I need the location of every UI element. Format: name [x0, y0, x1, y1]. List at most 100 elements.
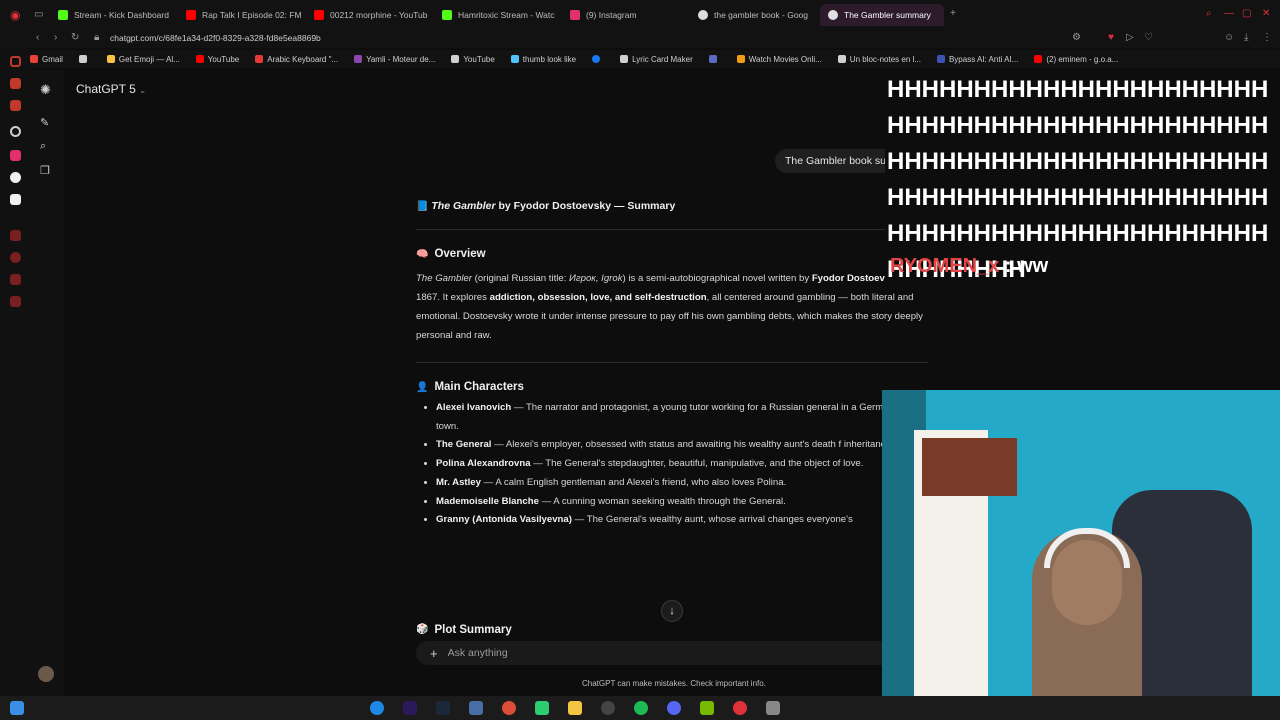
maximize-icon[interactable]: ▢ — [1242, 8, 1251, 19]
gmail-icon — [30, 55, 38, 63]
chatgpt-sidebar-icon[interactable] — [10, 126, 21, 137]
opera-icon[interactable] — [733, 701, 747, 715]
bookmark-item[interactable]: YouTube — [451, 55, 495, 64]
list-item: Alexei Ivanovich — The narrator and prot… — [436, 399, 928, 436]
app-icon[interactable] — [469, 701, 483, 715]
premiere-icon[interactable] — [403, 701, 417, 715]
new-chat-icon[interactable]: ✎ — [40, 116, 49, 129]
bookmarks-bar: Gmail Get Emoji — Al... YouTube Arabic K… — [30, 50, 1280, 68]
bookmark-item[interactable]: Watch Movies Onli... — [736, 55, 822, 64]
youtube-icon — [1034, 55, 1043, 63]
movie-icon — [736, 55, 745, 63]
tab-kick-dashboard[interactable]: Stream - Kick Dashboard — [58, 4, 178, 26]
extensions-icon[interactable]: ⚙ — [1072, 32, 1081, 43]
bookmark-item[interactable]: (2) eminem - g.o.a... — [1034, 55, 1118, 64]
bookmark-item[interactable]: YouTube — [195, 55, 239, 64]
tab-hamritoxic-stream[interactable]: Hamritoxic Stream - Watc — [442, 4, 562, 26]
reload-icon[interactable]: ↻ — [71, 32, 79, 43]
star-icon — [510, 55, 519, 63]
back-icon[interactable]: ‹ — [36, 32, 39, 43]
nvidia-icon[interactable] — [700, 701, 714, 715]
app-icon[interactable] — [535, 701, 549, 715]
opera-logo-icon[interactable]: ◉ — [10, 8, 20, 22]
bookmark-item[interactable]: Yamli - Moteur de... — [354, 55, 435, 64]
instagram-icon[interactable] — [10, 150, 21, 161]
chatgpt-sidebar: ✺ ✎ ⌕ ❐ — [30, 70, 64, 696]
bookmark-item[interactable]: Arabic Keyboard "... — [255, 55, 338, 64]
model-selector[interactable]: ChatGPT 5 ⌄ — [76, 82, 146, 96]
page-icon — [78, 55, 87, 63]
app-icon[interactable] — [766, 701, 780, 715]
characters-list: Alexei Ivanovich — The narrator and prot… — [416, 399, 928, 530]
search-icon[interactable]: ⌕ — [1206, 8, 1212, 19]
bookmark-item[interactable] — [708, 55, 721, 63]
youtube-music-icon[interactable] — [10, 100, 21, 111]
bookmark-item[interactable] — [592, 55, 604, 63]
download-icon[interactable]: ⤓ — [1244, 32, 1248, 43]
dice-icon: 🎲 — [416, 624, 429, 635]
tab-morphine[interactable]: 00212 morphine - YouTub — [314, 4, 434, 26]
x-icon[interactable] — [10, 194, 21, 205]
tab-instagram[interactable]: (9) Instagram — [570, 4, 690, 26]
page-icon — [837, 55, 846, 63]
avatar[interactable] — [38, 666, 54, 682]
tab-gambler-summary[interactable]: The Gambler summary — [820, 4, 944, 26]
history-icon[interactable] — [10, 252, 21, 263]
profile-icon[interactable]: ☺ — [1224, 32, 1234, 43]
browser-tab-bar: ◉ ▭ Stream - Kick Dashboard Rap Talk I E… — [0, 0, 1280, 30]
prompt-input[interactable] — [447, 647, 848, 659]
tab-rap-talk[interactable]: Rap Talk I Episode 02: FM — [186, 4, 306, 26]
forward-icon[interactable]: › — [54, 32, 57, 43]
discord-icon[interactable] — [667, 701, 681, 715]
close-icon[interactable]: ✕ — [1262, 8, 1270, 19]
url-field[interactable]: chatgpt.com/c/68fe1a34-d2f0-8329-a328-fd… — [110, 33, 321, 43]
windows-start-icon[interactable] — [10, 701, 24, 715]
list-item: The General — Alexei's employer, obsesse… — [436, 436, 928, 455]
arabic-keyboard-icon — [255, 55, 264, 63]
edge-icon[interactable] — [370, 701, 384, 715]
search-chats-icon[interactable]: ⌕ — [40, 140, 46, 153]
menu-icon[interactable]: ⋮ — [1262, 32, 1272, 43]
tiktok-icon[interactable] — [10, 172, 21, 183]
bookmark-item[interactable]: Gmail — [30, 55, 63, 64]
lock-icon: 🔒︎ — [94, 32, 100, 43]
kick-icon — [58, 10, 68, 20]
aria-icon[interactable] — [10, 56, 21, 67]
tab-menu-icon[interactable]: ▭ — [34, 9, 43, 20]
yamli-icon — [354, 55, 363, 63]
new-tab-icon[interactable]: + — [950, 8, 956, 19]
minimize-icon[interactable]: — — [1224, 8, 1234, 19]
kick-icon — [442, 10, 452, 20]
heart-icon[interactable]: ♥ — [1108, 32, 1114, 43]
arrow-down-icon: ↓ — [669, 605, 675, 617]
bookmark-icon[interactable]: ♡ — [1144, 32, 1153, 43]
bookmark-item[interactable]: Lyric Card Maker — [620, 55, 693, 64]
spotify-icon[interactable] — [634, 701, 648, 715]
file-explorer-icon[interactable] — [568, 701, 582, 715]
settings-icon[interactable] — [10, 296, 21, 307]
bookmark-item[interactable]: Un bloc-notes en l... — [837, 55, 921, 64]
page-icon — [620, 55, 629, 63]
library-icon[interactable]: ❐ — [40, 164, 50, 177]
pinboard-icon[interactable] — [10, 230, 21, 241]
obs-icon[interactable] — [601, 701, 615, 715]
bookmark-item[interactable]: thumb look like — [510, 55, 576, 64]
downloads-icon[interactable] — [10, 274, 21, 285]
openai-logo-icon[interactable]: ✺ — [40, 82, 51, 98]
bookmark-item[interactable]: Get Emoji — Al... — [106, 55, 180, 64]
opera-sidebar — [0, 48, 30, 696]
messenger-icon[interactable] — [10, 78, 21, 89]
model-label: ChatGPT 5 — [76, 82, 136, 96]
assistant-answer: 📘 The Gambler by Fyodor Dostoevsky — Sum… — [416, 200, 928, 530]
overview-heading: 🧠 Overview — [416, 248, 486, 260]
scroll-down-button[interactable]: ↓ — [661, 600, 683, 622]
youtube-icon — [186, 10, 196, 20]
bookmark-item[interactable] — [78, 55, 91, 63]
tab-google-search[interactable]: the gambler book - Goog — [698, 4, 818, 26]
bookmark-item[interactable]: Bypass AI: Anti AI... — [936, 55, 1018, 64]
chrome-icon[interactable] — [502, 701, 516, 715]
plus-icon[interactable]: + — [430, 646, 438, 661]
divider — [416, 229, 928, 230]
play-icon[interactable]: ▷ — [1126, 32, 1134, 43]
steam-icon[interactable] — [436, 701, 450, 715]
